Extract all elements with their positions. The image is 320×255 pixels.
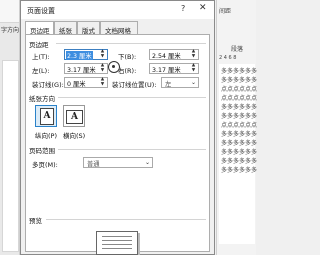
preview-line: [102, 244, 132, 245]
dialog-titlebar: 页面设置 ? ✕: [21, 1, 214, 19]
close-button[interactable]: ✕: [199, 3, 207, 13]
dialog-title: 页面设置: [27, 7, 55, 15]
preview-line: [102, 236, 132, 237]
background-doc-line: 多多多多多多: [221, 113, 258, 120]
right-margin-value: 3.17 厘米: [152, 67, 181, 74]
section-divider: [56, 43, 206, 44]
help-button[interactable]: ?: [181, 4, 185, 13]
background-spacing-label: 间距: [219, 8, 232, 15]
background-left-pane: 字方向: [0, 0, 20, 255]
multiple-pages-value: 普通: [87, 161, 100, 168]
tab-document-grid[interactable]: 文档网格: [100, 21, 138, 35]
background-ribbon: [0, 0, 19, 23]
multiple-pages-select[interactable]: 普通 ⌄: [83, 157, 153, 168]
background-doc-line: 多多多多多多: [221, 68, 258, 75]
pages-section-title: 页码范围: [29, 147, 55, 155]
background-right-pane: 间距 段落 2 4 6 8 多多多多多多 多多多多多多 点点点点点点 点点点点点…: [216, 0, 258, 255]
background-doc-line: 多多多多多多: [221, 149, 258, 156]
portrait-button[interactable]: A: [35, 105, 57, 127]
bottom-margin-label: 下(B):: [118, 53, 137, 61]
background-page: 多多多多多多 多多多多多多 点点点点点点 点点点点点点 多多多多多多 多多多多多…: [219, 64, 258, 244]
background-doc-line: 点点点点点点: [221, 122, 258, 129]
landscape-button[interactable]: A: [63, 105, 85, 127]
background-ruler: 2 4 6 8: [219, 55, 237, 61]
portrait-page-icon: A: [40, 108, 54, 125]
spin-arrows-icon[interactable]: ▲ ▼: [190, 63, 197, 73]
background-doc-line: 多多多多多多: [221, 104, 258, 111]
gutter-label: 装订线(G):: [32, 81, 64, 89]
landscape-label: 横向(S): [63, 132, 86, 140]
chevron-down-icon: ⌄: [190, 79, 196, 86]
top-margin-input[interactable]: 2.3 厘米 ▲ ▼: [64, 49, 108, 60]
gutter-position-value: 左: [165, 81, 172, 88]
background-doc-line: 点点点点点点: [221, 95, 258, 102]
gutter-position-label: 装订线位置(U):: [112, 81, 157, 89]
preview-line: [102, 248, 132, 249]
gutter-position-select[interactable]: 左 ⌄: [161, 77, 199, 88]
multiple-pages-label: 多页(M):: [32, 161, 58, 169]
gutter-input[interactable]: 0 厘米 ▲ ▼: [64, 77, 108, 88]
section-divider: [58, 97, 206, 98]
background-doc-line: 多多多多多多: [221, 77, 258, 84]
preview-section-title: 预览: [29, 217, 42, 225]
margins-section-title: 页边距: [29, 41, 49, 49]
right-margin-label: 右(R):: [118, 67, 137, 75]
gutter-value: 0 厘米: [67, 81, 86, 88]
chevron-down-icon: ⌄: [144, 159, 150, 166]
background-paragraph-label: 段落: [231, 46, 244, 53]
top-margin-value: 2.3 厘米: [66, 51, 93, 60]
portrait-label: 纵向(P): [35, 132, 57, 140]
background-doc-line: 点点点点点点: [221, 86, 258, 93]
left-margin-label: 左(L):: [32, 67, 50, 75]
margins-panel: 页边距 上(T): 2.3 厘米 ▲ ▼ 下(B): 2.54 厘米 ▲ ▼ 左(L…: [25, 34, 210, 255]
preview-line: [102, 240, 132, 241]
spin-arrows-icon[interactable]: ▲ ▼: [99, 49, 106, 59]
preview-page: [96, 231, 138, 255]
top-margin-label: 上(T):: [32, 53, 50, 61]
spin-arrows-icon[interactable]: ▲ ▼: [190, 49, 197, 59]
left-margin-value: 3.17 厘米: [67, 67, 96, 74]
spin-arrows-icon[interactable]: ▲ ▼: [99, 77, 106, 87]
background-doc-line: 多多多多多多: [221, 167, 258, 174]
tab-layout[interactable]: 版式: [77, 21, 100, 35]
bottom-margin-input[interactable]: 2.54 厘米 ▲ ▼: [149, 49, 199, 60]
background-doc-line: 多多多多多多: [221, 158, 258, 165]
background-text-direction-label: 字方向: [1, 27, 20, 34]
right-margin-input[interactable]: 3.17 厘米 ▲ ▼: [149, 63, 199, 74]
background-document: [2, 60, 19, 252]
section-divider: [46, 219, 206, 220]
left-margin-input[interactable]: 3.17 厘米 ▲ ▼: [64, 63, 108, 74]
mouse-cursor-icon: [108, 61, 120, 73]
background-doc-line: 多多多多多多: [221, 140, 258, 147]
section-divider: [58, 149, 206, 150]
spin-arrows-icon[interactable]: ▲ ▼: [99, 63, 106, 73]
page-setup-dialog: 页面设置 ? ✕ 页边距 纸张 版式 文档网格 页边距 上(T): 2.3 厘米…: [20, 0, 215, 255]
landscape-page-icon: A: [66, 110, 83, 124]
bottom-margin-value: 2.54 厘米: [152, 53, 181, 60]
tab-paper[interactable]: 纸张: [54, 21, 77, 35]
orientation-section-title: 纸张方向: [29, 95, 55, 103]
background-doc-line: 多多多多多多: [221, 131, 258, 138]
